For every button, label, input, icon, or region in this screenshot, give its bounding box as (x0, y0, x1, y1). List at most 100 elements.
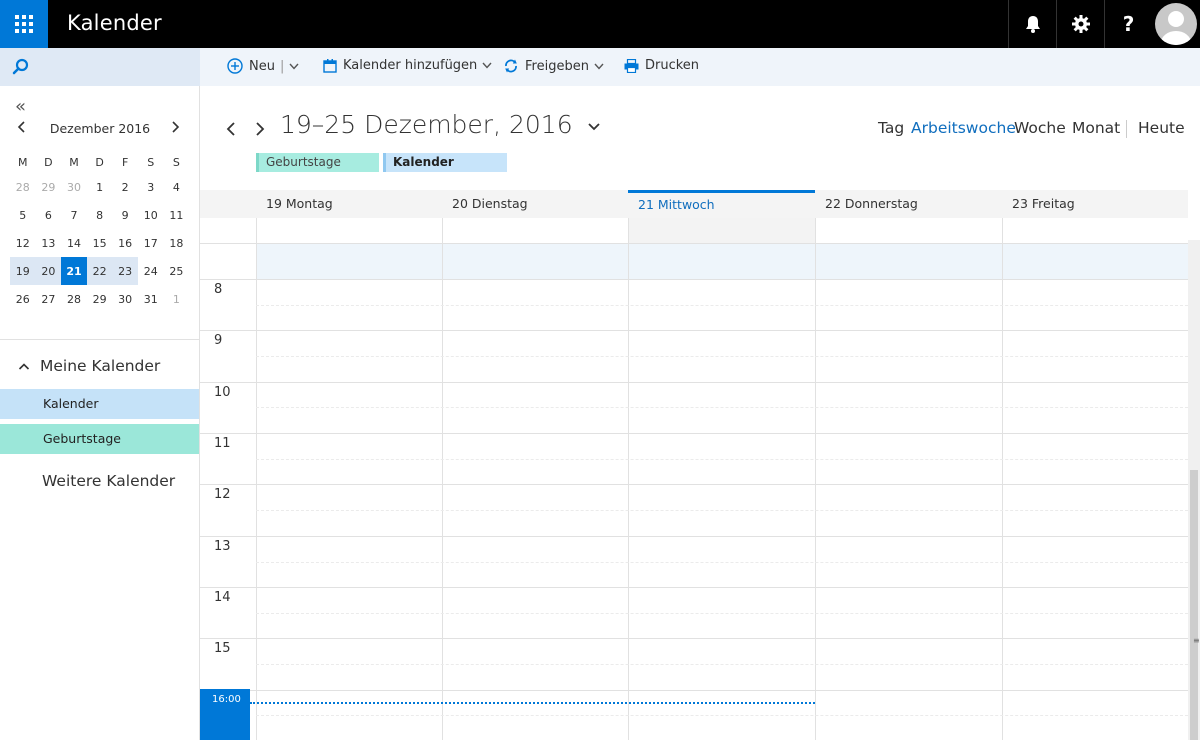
mini-cal-day[interactable]: 1 (164, 285, 190, 313)
mini-cal-day[interactable]: 26 (10, 285, 36, 313)
mini-cal-prev-button[interactable] (16, 120, 28, 134)
mini-cal-day[interactable]: 7 (61, 201, 87, 229)
print-label: Drucken (645, 58, 700, 73)
mini-cal-day[interactable]: 27 (36, 285, 62, 313)
day-header[interactable]: 20 Dienstag (442, 190, 628, 218)
time-grid[interactable]: 8 9 10 11 12 13 14 15 16:00 (200, 218, 1188, 740)
column-divider (442, 218, 443, 740)
mini-cal-day[interactable]: 28 (10, 173, 36, 201)
app-launcher-button[interactable] (0, 0, 48, 48)
mini-cal-day[interactable]: 25 (164, 257, 190, 285)
view-workweek-button[interactable]: Arbeitswoche (911, 119, 1016, 137)
date-range-title[interactable]: 19–25 Dezember, 2016 (280, 110, 601, 139)
mini-cal-week-current: 19 20 21 22 23 24 25 (10, 257, 189, 285)
mini-cal-day[interactable]: 24 (138, 257, 164, 285)
mini-cal-day[interactable]: 20 (35, 257, 62, 285)
mini-cal-day[interactable]: 30 (112, 285, 138, 313)
new-button[interactable]: Neu | (227, 58, 305, 74)
mini-calendar: M D M D F S S 28 29 30 1 2 3 4 5 6 7 8 9… (10, 151, 189, 313)
view-month-button[interactable]: Monat (1072, 119, 1120, 137)
view-week-button[interactable]: Woche (1014, 119, 1066, 137)
mini-cal-day[interactable]: 5 (10, 201, 36, 229)
weekday-header: S (147, 155, 155, 169)
mini-cal-day[interactable]: 8 (87, 201, 113, 229)
mini-cal-day[interactable]: 29 (87, 285, 113, 313)
hour-line (200, 243, 1188, 244)
notifications-button[interactable] (1008, 0, 1056, 48)
mini-cal-day[interactable]: 29 (36, 173, 62, 201)
half-hour-line (256, 407, 1188, 408)
mini-cal-day[interactable]: 19 (10, 257, 36, 285)
my-calendars-header[interactable]: Meine Kalender (18, 357, 160, 375)
bell-icon (1025, 16, 1040, 33)
mini-cal-day[interactable]: 28 (61, 285, 87, 313)
mini-cal-day[interactable]: 1 (87, 173, 113, 201)
mini-cal-day[interactable]: 31 (138, 285, 164, 313)
mini-cal-day[interactable]: 16 (112, 229, 138, 257)
mini-cal-day[interactable]: 18 (164, 229, 190, 257)
mini-cal-day[interactable]: 12 (10, 229, 36, 257)
calendar-item-geburtstage[interactable]: Geburtstage (0, 424, 199, 454)
weekday-header: M (69, 155, 79, 169)
day-header[interactable]: 19 Montag (256, 190, 442, 218)
mini-cal-day[interactable]: 13 (36, 229, 62, 257)
day-header[interactable]: 23 Freitag (1002, 190, 1188, 218)
share-button[interactable]: Freigeben (503, 58, 610, 74)
vertical-scrollbar[interactable] (1188, 240, 1200, 740)
weekday-header: M (18, 155, 28, 169)
scrollbar-thumb[interactable] (1190, 470, 1198, 740)
mini-cal-day[interactable]: 2 (112, 173, 138, 201)
avatar[interactable] (1155, 3, 1197, 45)
hour-label: 14 (214, 590, 231, 605)
hour-line (200, 433, 1188, 434)
collapse-pane-button[interactable]: « (15, 96, 26, 117)
settings-button[interactable] (1056, 0, 1104, 48)
hour-label: 15 (214, 641, 231, 656)
mini-cal-day[interactable]: 15 (87, 229, 113, 257)
previous-week-button[interactable] (224, 120, 238, 138)
day-header[interactable]: 22 Donnerstag (815, 190, 1002, 218)
mini-cal-day[interactable]: 9 (112, 201, 138, 229)
half-hour-line (256, 562, 1188, 563)
add-calendar-button[interactable]: Kalender hinzufügen (323, 58, 498, 73)
print-button[interactable]: Drucken (624, 58, 699, 73)
mini-cal-day[interactable]: 11 (164, 201, 190, 229)
hour-label: 10 (214, 385, 231, 400)
hour-line (200, 279, 1188, 280)
my-calendars-label: Meine Kalender (40, 357, 161, 375)
hour-line (200, 587, 1188, 588)
add-calendar-label: Kalender hinzufügen (343, 58, 478, 73)
mini-cal-day[interactable]: 17 (138, 229, 164, 257)
calendar-item-kalender[interactable]: Kalender (0, 389, 199, 419)
mini-cal-day[interactable]: 22 (86, 257, 113, 285)
day-header-today[interactable]: 21 Mittwoch (628, 190, 815, 218)
mini-cal-month-label[interactable]: Dezember 2016 (28, 121, 172, 136)
mini-cal-day[interactable]: 4 (164, 173, 190, 201)
mini-cal-day[interactable]: 10 (138, 201, 164, 229)
hour-line (200, 382, 1188, 383)
calendar-tag-geburtstage[interactable]: Geburtstage (256, 153, 379, 172)
mini-cal-day[interactable]: 3 (138, 173, 164, 201)
view-switcher: Tag Arbeitswoche Woche Monat Heute (870, 119, 1200, 141)
hour-line (200, 638, 1188, 639)
date-range-label: 19–25 Dezember, 2016 (280, 110, 573, 139)
mini-cal-day[interactable]: 23 (112, 257, 138, 285)
view-day-button[interactable]: Tag (878, 119, 904, 137)
mini-cal-day-today[interactable]: 21 (61, 257, 87, 285)
mini-cal-day[interactable]: 30 (61, 173, 87, 201)
mini-cal-weekday-row: M D M D F S S (10, 151, 189, 173)
column-divider (815, 218, 816, 740)
half-hour-line (256, 613, 1188, 614)
search-bar[interactable] (0, 48, 200, 86)
chevron-down-icon[interactable] (289, 63, 299, 70)
today-button[interactable]: Heute (1138, 119, 1185, 137)
mini-cal-day[interactable]: 14 (61, 229, 87, 257)
left-pane: « Dezember 2016 M D M D F S S 28 29 30 1 (0, 48, 200, 740)
mini-cal-next-button[interactable] (169, 120, 181, 134)
next-week-button[interactable] (253, 120, 267, 138)
calendar-tag-kalender[interactable]: Kalender (383, 153, 507, 172)
help-button[interactable]: ? (1104, 0, 1152, 48)
half-hour-line (256, 305, 1188, 306)
other-calendars-header[interactable]: Weitere Kalender (42, 472, 175, 490)
mini-cal-day[interactable]: 6 (36, 201, 62, 229)
